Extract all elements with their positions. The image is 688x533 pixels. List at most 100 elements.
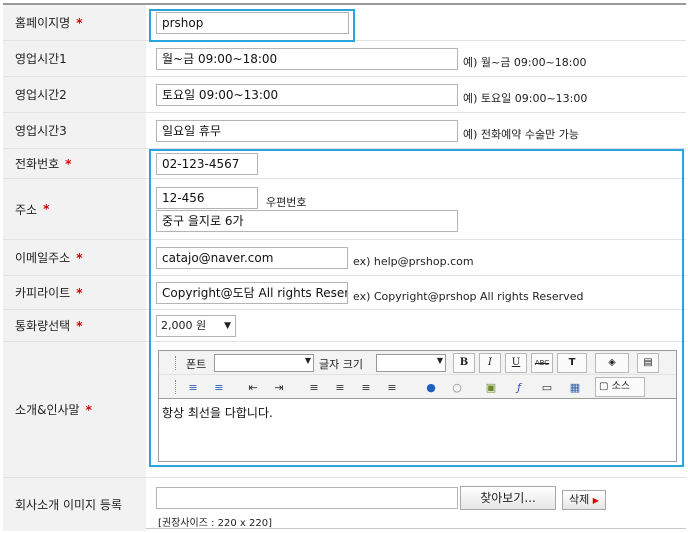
label-company-image: 회사소개 이미지 등록 [3,478,146,531]
hours3-hint: 예) 전화예약 수술만 가능 [463,128,579,141]
hours1-input[interactable]: 월~금 09:00~18:00 [156,48,458,70]
link-icon[interactable]: ● [421,379,441,396]
ordered-list-icon[interactable]: ≡ [183,379,203,396]
editor-toolbar-top: 폰트 ▼ 글자 크기 ▼ B I U ABC T ◈ ▤ [159,351,676,375]
image-icon[interactable]: ▣ [481,379,501,396]
flash-icon[interactable]: ƒ [509,379,529,396]
homepage-name-input[interactable]: prshop [156,12,349,34]
copyright-hint: ex) Copyright@prshop All rights Reserved [353,290,584,303]
row-phone: 전화번호 * 02-123-4567 [3,149,686,179]
row-hours1: 영업시간1 월~금 09:00~18:00 예) 월~금 09:00~18:00 [3,41,686,77]
required-mark: * [65,156,72,171]
hours1-hint: 예) 월~금 09:00~18:00 [463,56,587,69]
chevron-down-icon: ▼ [304,356,311,365]
required-mark: * [85,402,92,417]
required-mark: * [76,250,83,265]
font-label: 폰트 [186,358,207,371]
label-hours2: 영업시간2 [3,77,146,112]
text-color-icon[interactable]: T [557,353,587,373]
label-hours1: 영업시간1 [3,41,146,76]
hours2-hint: 예) 토요일 09:00~13:00 [463,92,588,105]
file-path-input[interactable] [156,487,458,509]
label-address: 주소 * [3,179,146,239]
toolbar-grip [175,356,178,370]
outdent-icon[interactable]: ⇤ [243,379,263,396]
row-email: 이메일주소 * catajo@naver.com ex) help@prshop… [3,240,686,276]
editor-toolbar-bottom: ≡ ≡ ⇤ ⇥ ≡ ≡ ≡ ≡ ● ○ ▣ ƒ ▭ ▦ ▢ 소스 [159,375,676,399]
required-mark: * [76,15,83,30]
label-text: 주소 [15,202,38,217]
unlink-icon[interactable]: ○ [447,379,467,396]
delete-label: 삭제 [569,493,590,506]
settings-form: 홈페이지명 * prshop 영업시간1 월~금 09:00~18:00 예) … [3,3,686,531]
required-mark: * [76,318,83,333]
indent-icon[interactable]: ⇥ [269,379,289,396]
arrow-right-icon: ▶ [592,496,599,505]
underline-icon[interactable]: U [505,353,527,373]
label-text: 영업시간3 [15,124,67,138]
row-hours2: 영업시간2 토요일 09:00~13:00 예) 토요일 09:00~13:00 [3,77,686,113]
row-address: 주소 * 12-456 우편번호 중구 을지로 6가 [3,179,686,240]
browse-button[interactable]: 찾아보기... [460,486,556,510]
paste-icon[interactable]: ▤ [637,353,659,373]
strikethrough-icon[interactable]: ABC [531,353,553,373]
align-left-icon[interactable]: ≡ [304,379,324,396]
label-homepage-name: 홈페이지명 * [3,5,146,40]
font-select[interactable]: ▼ [214,354,314,372]
source-label: 소스 [611,381,631,392]
label-text: 소개&인사말 [15,403,80,417]
row-homepage-name: 홈페이지명 * prshop [3,5,686,41]
size-label: 글자 크기 [319,358,363,371]
phone-input[interactable]: 02-123-4567 [156,153,258,175]
italic-icon[interactable]: I [479,353,501,373]
copyright-input[interactable]: Copyright@도담 All rights Reserved [156,282,348,304]
required-mark: * [43,202,50,216]
email-input[interactable]: catajo@naver.com [156,247,348,269]
row-hours3: 영업시간3 일요일 휴무 예) 전화예약 수술만 가능 [3,113,686,149]
zip-label: 우편번호 [266,196,307,209]
email-hint: ex) help@prshop.com [353,255,474,268]
required-mark: * [76,285,83,300]
hours2-input[interactable]: 토요일 09:00~13:00 [156,84,458,106]
row-currency: 통화량선택 * 2,000 원 ▼ [3,310,686,342]
label-text: 카피라이트 [15,286,71,300]
label-hours3: 영업시간3 [3,113,146,148]
hours3-input[interactable]: 일요일 휴무 [156,120,458,142]
font-size-select[interactable]: ▼ [376,354,446,372]
street-input[interactable]: 중구 을지로 6가 [156,210,458,232]
chevron-down-icon: ▼ [436,356,443,365]
label-text: 통화량선택 [15,319,71,333]
label-email: 이메일주소 * [3,240,146,275]
media-icon[interactable]: ▦ [565,379,585,396]
editor-content-area[interactable]: 항상 최선을 다합니다. [159,400,676,461]
label-text: 이메일주소 [15,251,71,265]
source-button[interactable]: ▢ 소스 [595,377,645,397]
bold-icon[interactable]: B [453,353,475,373]
delete-button[interactable]: 삭제 ▶ [562,490,606,510]
label-text: 영업시간1 [15,52,67,66]
rich-text-editor: 폰트 ▼ 글자 크기 ▼ B I U ABC T ◈ ▤ ≡ ≡ ⇤ ⇥ ≡ ≡… [158,350,677,462]
chevron-down-icon: ▼ [224,321,231,331]
label-intro: 소개&인사말 * [3,342,146,477]
label-text: 전화번호 [15,157,60,171]
table-icon[interactable]: ▭ [537,379,557,396]
image-size-hint: [권장사이즈 : 220 x 220] [158,518,272,529]
label-copyright: 카피라이트 * [3,276,146,309]
label-text: 홈페이지명 [15,16,71,30]
row-copyright: 카피라이트 * Copyright@도담 All rights Reserved… [3,276,686,310]
label-currency: 통화량선택 * [3,310,146,341]
align-center-icon[interactable]: ≡ [330,379,350,396]
currency-select[interactable]: 2,000 원 ▼ [156,315,236,337]
unordered-list-icon[interactable]: ≡ [209,379,229,396]
toolbar-grip [175,380,178,394]
source-icon: ▢ [599,381,609,392]
zip-input[interactable]: 12-456 [156,187,258,209]
align-right-icon[interactable]: ≡ [356,379,376,396]
label-text: 영업시간2 [15,88,67,102]
background-color-icon[interactable]: ◈ [595,353,629,373]
currency-selected-value: 2,000 원 [161,319,207,332]
label-text: 회사소개 이미지 등록 [15,498,122,512]
row-company-image: 회사소개 이미지 등록 찾아보기... 삭제 ▶ [권장사이즈 : 220 x … [3,478,686,531]
label-phone: 전화번호 * [3,149,146,178]
justify-icon[interactable]: ≡ [382,379,402,396]
